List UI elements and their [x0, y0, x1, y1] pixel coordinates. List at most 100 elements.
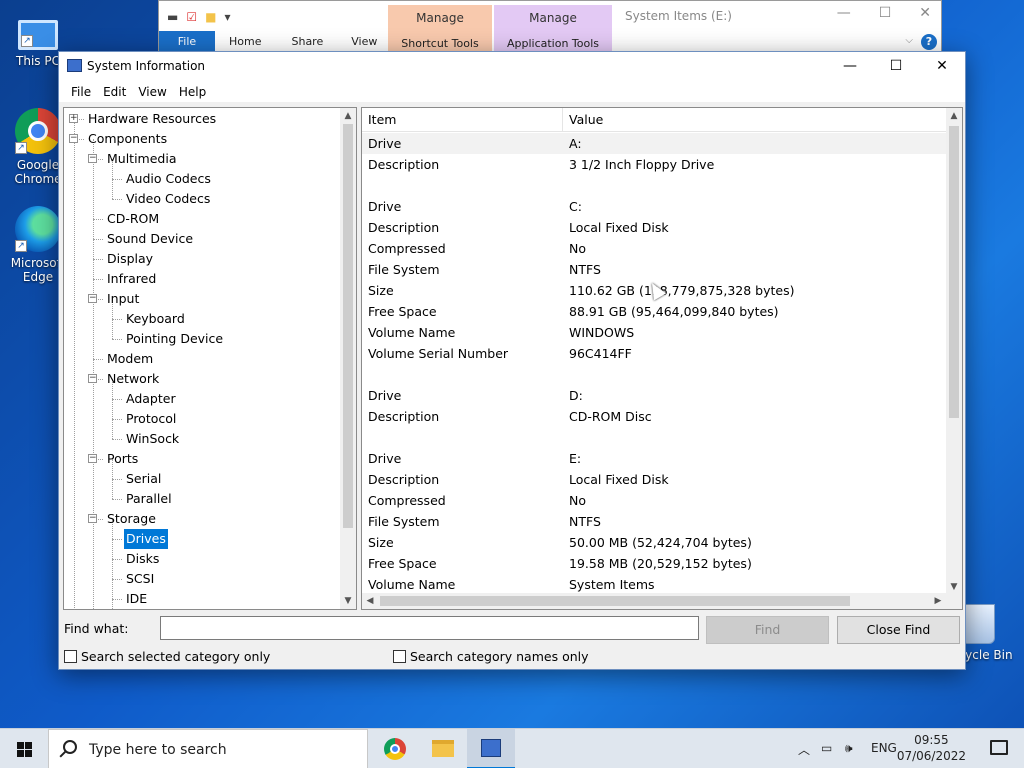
list-row[interactable]: Drive C: — [362, 196, 946, 217]
tree-node[interactable]: WinSock — [124, 429, 181, 449]
chevron-down-icon[interactable]: ⌵ — [905, 35, 913, 46]
list-row[interactable]: Volume Name System Items — [362, 574, 946, 595]
clock[interactable]: 09:55 07/06/2022 — [897, 732, 966, 764]
search-names-checkbox[interactable]: Search category names only — [393, 649, 589, 664]
list-row[interactable]: Free Space 88.91 GB (95,464,099,840 bytes… — [362, 301, 946, 322]
menu-edit[interactable]: Edit — [97, 81, 132, 102]
scrollbar-thumb[interactable] — [949, 126, 959, 418]
tree-node[interactable]: Hardware Resources — [86, 109, 218, 129]
taskbar-search-box[interactable]: Type here to search — [48, 729, 368, 768]
tree-node[interactable]: Pointing Device — [124, 329, 225, 349]
tab-share[interactable]: Share — [275, 31, 337, 53]
explorer-window[interactable]: ▬ ☑ ■ ▾ Manage Shortcut Tools Manage App… — [158, 0, 942, 53]
collapse-icon[interactable]: − — [88, 154, 97, 163]
tree-node[interactable]: SCSI — [124, 569, 156, 589]
list-row[interactable]: File System NTFS — [362, 511, 946, 532]
language-indicator[interactable]: ENG — [871, 741, 897, 755]
search-selected-checkbox[interactable]: Search selected category only — [64, 649, 270, 664]
tree-node[interactable]: Infrared — [105, 269, 158, 289]
list-row[interactable]: Size 50.00 MB (52,424,704 bytes) — [362, 532, 946, 553]
list-row[interactable]: Free Space 19.58 MB (20,529,152 bytes) — [362, 553, 946, 574]
start-button[interactable] — [0, 729, 48, 768]
tree-node[interactable]: Multimedia — [105, 149, 179, 169]
category-tree[interactable]: + Hardware Resources − Components − Multimedi… — [63, 107, 357, 610]
tree-node[interactable]: Drives — [124, 529, 168, 549]
find-button[interactable]: Find — [706, 616, 829, 644]
collapse-icon[interactable]: − — [69, 134, 78, 143]
tree-node[interactable]: Audio Codecs — [124, 169, 213, 189]
column-header-value[interactable]: Value — [562, 108, 946, 132]
close-find-button[interactable]: Close Find — [837, 616, 960, 644]
tab-home[interactable]: Home — [215, 31, 275, 53]
network-icon[interactable]: ▭ — [821, 741, 832, 755]
maximize-icon[interactable]: ☐ — [879, 5, 892, 21]
list-row[interactable]: Description CD-ROM Disc — [362, 406, 946, 427]
tree-node[interactable]: Parallel — [124, 489, 174, 509]
list-horizontal-scrollbar[interactable]: ◀ ▶ — [362, 593, 946, 609]
scroll-up-icon[interactable]: ▲ — [340, 108, 356, 124]
checkbox-box[interactable] — [393, 650, 406, 663]
tab-file[interactable]: File — [159, 31, 215, 53]
tree-node[interactable]: Display — [105, 249, 155, 269]
tree-node[interactable]: Video Codecs — [124, 189, 212, 209]
close-button[interactable]: ✕ — [919, 52, 965, 81]
find-input[interactable] — [160, 616, 699, 640]
list-row[interactable] — [362, 427, 946, 448]
scroll-down-icon[interactable]: ▼ — [340, 593, 356, 609]
list-row[interactable]: Drive D: — [362, 385, 946, 406]
list-row[interactable]: Volume Serial Number 96C414FF — [362, 343, 946, 364]
menu-file[interactable]: File — [65, 81, 97, 102]
taskbar-file-explorer[interactable] — [419, 729, 467, 768]
tree-node[interactable]: Ports — [105, 449, 140, 469]
list-row[interactable]: Drive A: — [362, 133, 946, 154]
list-row[interactable] — [362, 364, 946, 385]
close-icon[interactable]: ✕ — [919, 5, 931, 21]
tree-node[interactable]: Modem — [105, 349, 155, 369]
notifications-icon[interactable] — [990, 740, 1008, 755]
list-row[interactable]: Compressed No — [362, 238, 946, 259]
details-list[interactable]: Item Value Drive A: Description 3 1/2 Inch … — [361, 107, 963, 610]
tree-node[interactable]: CD-ROM — [105, 209, 161, 229]
list-row[interactable]: Compressed No — [362, 490, 946, 511]
folder-icon[interactable]: ■ — [205, 10, 216, 24]
collapse-icon[interactable]: − — [88, 374, 97, 383]
tree-node[interactable]: Network — [105, 369, 161, 389]
tree-vertical-scrollbar[interactable]: ▲ ▼ — [340, 108, 356, 609]
list-row[interactable]: Volume Name WINDOWS — [362, 322, 946, 343]
properties-icon[interactable]: ▬ — [167, 10, 178, 24]
taskbar-system-information[interactable] — [467, 729, 515, 768]
menu-help[interactable]: Help — [173, 81, 212, 102]
list-row[interactable]: Drive E: — [362, 448, 946, 469]
tree-node[interactable]: IDE — [124, 589, 149, 609]
chevron-down-icon[interactable]: ▾ — [224, 10, 230, 24]
column-header-item[interactable]: Item — [362, 108, 562, 132]
title-bar[interactable]: System Information — ☐ ✕ — [59, 52, 965, 81]
taskbar-chrome[interactable] — [371, 729, 419, 768]
scrollbar-thumb[interactable] — [343, 124, 353, 528]
list-row[interactable]: File System NTFS — [362, 259, 946, 280]
expand-icon[interactable]: + — [69, 114, 78, 123]
tree-node[interactable]: Disks — [124, 549, 161, 569]
list-row[interactable]: Description 3 1/2 Inch Floppy Drive — [362, 154, 946, 175]
checkbox-icon[interactable]: ☑ — [186, 10, 197, 24]
collapse-icon[interactable]: − — [88, 454, 97, 463]
tab-view[interactable]: View — [337, 31, 391, 53]
collapse-icon[interactable]: − — [88, 514, 97, 523]
maximize-button[interactable]: ☐ — [873, 52, 919, 81]
volume-icon[interactable]: 🕪 — [845, 741, 853, 756]
minimize-button[interactable]: — — [827, 52, 873, 81]
tree-node[interactable]: Components — [86, 129, 169, 149]
collapse-icon[interactable]: − — [88, 294, 97, 303]
checkbox-box[interactable] — [64, 650, 77, 663]
system-information-window[interactable]: System Information — ☐ ✕ File Edit View … — [58, 51, 966, 670]
help-icon[interactable]: ? — [921, 34, 937, 50]
scroll-left-icon[interactable]: ◀ — [362, 593, 378, 609]
list-vertical-scrollbar[interactable]: ▲ ▼ — [946, 108, 962, 595]
minimize-icon[interactable]: — — [837, 5, 851, 21]
tree-node[interactable]: Keyboard — [124, 309, 187, 329]
list-row[interactable]: Description Local Fixed Disk — [362, 469, 946, 490]
tree-node[interactable]: Storage — [105, 509, 158, 529]
menu-view[interactable]: View — [132, 81, 172, 102]
tree-node[interactable]: Serial — [124, 469, 163, 489]
list-row[interactable]: Description Local Fixed Disk — [362, 217, 946, 238]
